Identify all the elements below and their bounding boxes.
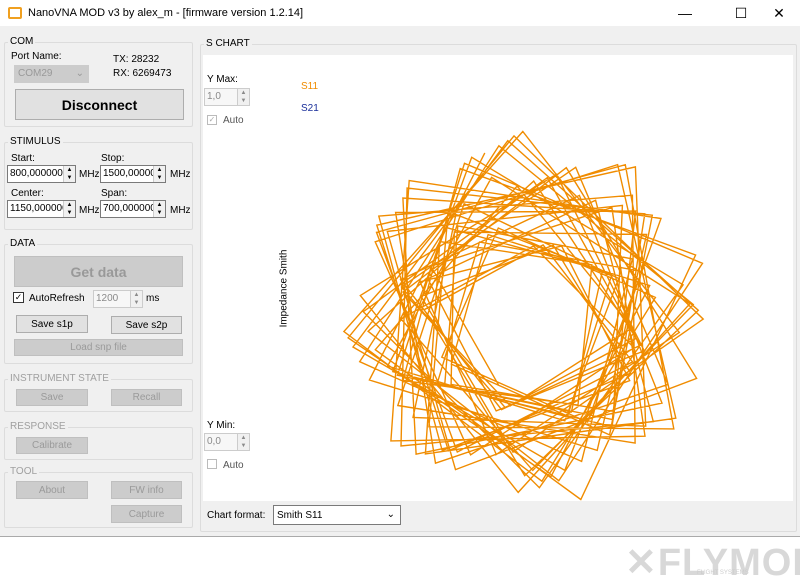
port-value: COM29 [18, 68, 53, 79]
autorefresh-checkbox[interactable]: ✓ [13, 292, 24, 303]
minimize-button[interactable]: — [662, 0, 708, 26]
close-button[interactable]: ✕ [756, 0, 800, 26]
auto-min-checkbox[interactable] [207, 459, 217, 469]
stimulus-legend: STIMULUS [8, 136, 63, 147]
unit-label: MHz [79, 205, 100, 216]
disconnect-button[interactable]: Disconnect [15, 89, 184, 120]
data-legend: DATA [8, 238, 38, 249]
tx-count: TX: 28232 [113, 54, 160, 65]
watermark-sub: FLIGHT SYSTEMS [697, 570, 749, 576]
chevron-down-icon: ⌄ [386, 509, 395, 520]
interval-input[interactable]: 1200 ▲ ▼ [93, 290, 143, 308]
title-bar: NanoVNA MOD v3 by alex_m - [firmware ver… [0, 0, 800, 26]
unit-label: MHz [170, 169, 191, 180]
save-s1p-button[interactable]: Save s1p [16, 315, 88, 333]
response-legend: RESPONSE [8, 421, 68, 432]
get-data-button[interactable]: Get data [14, 256, 183, 287]
chart-area [203, 55, 793, 501]
stop-label: Stop: [101, 153, 125, 164]
ymax-label: Y Max: [207, 74, 238, 85]
port-select[interactable]: COM29 ⌄ [14, 65, 89, 83]
span-input[interactable]: 700,000000 ▲ ▼ [100, 200, 166, 218]
s-chart-legend: S CHART [204, 38, 252, 49]
instrument-legend: INSTRUMENT STATE [8, 373, 111, 384]
spinner-icon: ▲ ▼ [63, 201, 75, 217]
stop-input[interactable]: 1500,000000 ▲ ▼ [100, 165, 166, 183]
chart-format-label: Chart format: [207, 510, 266, 521]
interval-unit: ms [146, 293, 160, 304]
spinner-icon: ▲ ▼ [153, 166, 165, 182]
start-input[interactable]: 800,000000 ▲ ▼ [7, 165, 76, 183]
com-legend: COM [8, 36, 36, 47]
span-label: Span: [101, 188, 128, 199]
unit-label: MHz [170, 205, 191, 216]
app-window: NanoVNA MOD v3 by alex_m - [firmware ver… [0, 0, 800, 537]
auto-min-label: Auto [223, 460, 244, 471]
auto-max-checkbox[interactable]: ✓ [207, 115, 217, 125]
unit-label: MHz [79, 169, 100, 180]
chart-format-select[interactable]: Smith S11 ⌄ [273, 505, 401, 525]
load-snp-button[interactable]: Load snp file [14, 339, 183, 356]
app-icon [8, 7, 22, 19]
save-state-button[interactable]: Save [16, 389, 88, 406]
center-label: Center: [11, 188, 44, 199]
center-input[interactable]: 1150,000000 ▲ ▼ [7, 200, 76, 218]
window-title: NanoVNA MOD v3 by alex_m - [firmware ver… [28, 7, 304, 19]
spinner-icon: ▲ ▼ [153, 201, 165, 217]
autorefresh-label: AutoRefresh [29, 293, 85, 304]
ymin-label: Y Min: [207, 420, 236, 431]
legend-s11: S11 [301, 81, 319, 92]
rx-count: RX: 6269473 [113, 68, 172, 79]
auto-max-label: Auto [223, 115, 244, 126]
legend-s21: S21 [301, 103, 319, 114]
spinner-icon: ▲ ▼ [237, 434, 249, 450]
s11-trace [342, 130, 705, 501]
start-label: Start: [11, 153, 35, 164]
spinner-icon: ▲ ▼ [63, 166, 75, 182]
save-s2p-button[interactable]: Save s2p [111, 316, 182, 334]
axis-label: Impedance Smith [278, 249, 290, 328]
recall-button[interactable]: Recall [111, 389, 182, 406]
fw-info-button[interactable]: FW info [111, 481, 182, 499]
calibrate-button[interactable]: Calibrate [16, 437, 88, 454]
ymax-input[interactable]: 1,0 ▲ ▼ [204, 88, 250, 106]
chart-format-value: Smith S11 [277, 510, 323, 521]
smith-chart-plot [342, 130, 705, 501]
spinner-icon: ▲ ▼ [130, 291, 142, 307]
spinner-icon: ▲ ▼ [237, 89, 249, 105]
tool-legend: TOOL [8, 466, 40, 477]
about-button[interactable]: About [16, 481, 88, 499]
watermark-logo: ✕FLYMOD [625, 542, 800, 584]
capture-button[interactable]: Capture [111, 505, 182, 523]
port-label: Port Name: [11, 51, 62, 62]
chevron-down-icon: ⌄ [75, 68, 84, 79]
ymin-input[interactable]: 0,0 ▲ ▼ [204, 433, 250, 451]
